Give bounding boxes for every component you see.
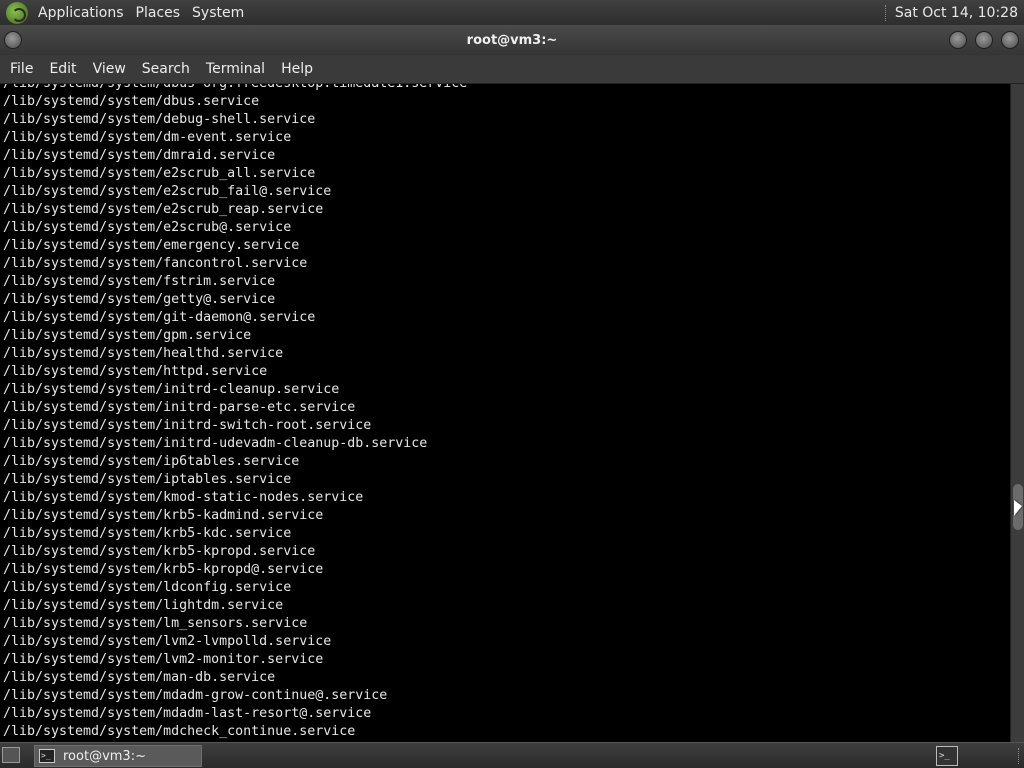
terminal-line: /lib/systemd/system/initrd-switch-root.s… [3,418,372,433]
terminal-line: /lib/systemd/system/krb5-kdc.service [3,526,292,541]
terminal-line: /lib/systemd/system/fstrim.service [3,274,276,289]
terminal-line: /lib/systemd/system/e2scrub_reap.service [3,202,324,217]
panel-separator [1018,748,1020,764]
menu-terminal[interactable]: Terminal [198,61,273,77]
terminal-line: /lib/systemd/system/initrd-cleanup.servi… [3,382,340,397]
terminal-line: /lib/systemd/system/krb5-kpropd@.service [3,562,324,577]
menu-edit[interactable]: Edit [41,61,84,77]
system-menu[interactable]: System [186,5,250,21]
terminal-lines: /lib/systemd/system/dbus-org.freedesktop… [3,84,467,741]
terminal-line: /lib/systemd/system/krb5-kadmind.service [3,508,324,523]
window-menu-button[interactable] [4,31,22,49]
panel-separator [884,4,889,21]
terminal-line: /lib/systemd/system/emergency.service [3,238,300,253]
terminal-line: /lib/systemd/system/healthd.service [3,346,284,361]
menu-help[interactable]: Help [273,61,321,77]
terminal-line: /lib/systemd/system/ip6tables.service [3,454,300,469]
terminal-line: /lib/systemd/system/lightdm.service [3,598,284,613]
terminal-line: /lib/systemd/system/initrd-udevadm-clean… [3,436,428,451]
terminal-line: /lib/systemd/system/lm_sensors.service [3,616,308,631]
show-desktop-icon[interactable] [2,747,20,763]
taskbar-terminal-label: root@vm3:~ [63,748,146,764]
clock[interactable]: Sat Oct 14, 10:28 [895,5,1024,21]
places-menu[interactable]: Places [130,5,187,21]
terminal-line: /lib/systemd/system/git-daemon@.service [3,310,316,325]
terminal-line: /lib/systemd/system/mdcheck_continue.ser… [3,724,356,739]
terminal-menubar: File Edit View Search Terminal Help [0,55,1024,84]
menu-file[interactable]: File [2,61,41,77]
terminal-line: /lib/systemd/system/lvm2-lvmpolld.servic… [3,634,332,649]
terminal-line: /lib/systemd/system/dbus.service [3,94,260,109]
terminal-line: /lib/systemd/system/e2scrub@.service [3,220,292,235]
top-panel: Applications Places System Sat Oct 14, 1… [0,0,1024,25]
terminal-output[interactable]: /lib/systemd/system/dbus-org.freedesktop… [0,84,1010,742]
terminal-line: /lib/systemd/system/httpd.service [3,364,268,379]
terminal-line: /lib/systemd/system/krb5-kpropd.service [3,544,316,559]
menu-search[interactable]: Search [134,61,198,77]
distro-logo-icon[interactable] [6,1,28,24]
terminal-line: /lib/systemd/system/e2scrub_fail@.servic… [3,184,332,199]
terminal-line: /lib/systemd/system/dmraid.service [3,148,276,163]
menu-view[interactable]: View [85,61,134,77]
mouse-cursor-icon [1014,500,1022,516]
bottom-panel: >_ root@vm3:~ >_ [0,742,1024,768]
terminal-line: /lib/systemd/system/debug-shell.service [3,112,316,127]
terminal-line: /lib/systemd/system/iptables.service [3,472,292,487]
window-titlebar[interactable]: root@vm3:~ [0,25,1024,55]
terminal-icon: >_ [39,749,55,763]
terminal-line: /lib/systemd/system/dm-event.service [3,130,292,145]
terminal-line: /lib/systemd/system/kmod-static-nodes.se… [3,490,364,505]
maximize-button[interactable] [975,31,993,49]
terminal-line: /lib/systemd/system/e2scrub_all.service [3,166,316,181]
terminal-line: /lib/systemd/system/mdadm-grow-continue@… [3,688,388,703]
terminal-line: /lib/systemd/system/initrd-parse-etc.ser… [3,400,356,415]
terminal-launcher-icon[interactable]: >_ [936,746,958,766]
applications-menu[interactable]: Applications [32,5,130,21]
terminal-line: /lib/systemd/system/getty@.service [3,292,276,307]
terminal-line: /lib/systemd/system/lvm2-monitor.service [3,652,324,667]
taskbar-terminal-button[interactable]: >_ root@vm3:~ [34,745,202,767]
close-button[interactable] [1001,31,1019,49]
terminal-line: /lib/systemd/system/dbus-org.freedesktop… [3,84,467,93]
terminal-line: /lib/systemd/system/man-db.service [3,670,276,685]
vertical-scrollbar[interactable] [1010,84,1024,742]
terminal-line: /lib/systemd/system/ldconfig.service [3,580,292,595]
terminal-line: /lib/systemd/system/gpm.service [3,328,252,343]
window-title: root@vm3:~ [466,32,558,48]
minimize-button[interactable] [949,31,967,49]
terminal-line: /lib/systemd/system/fancontrol.service [3,256,308,271]
terminal-line: /lib/systemd/system/mdadm-last-resort@.s… [3,706,372,721]
